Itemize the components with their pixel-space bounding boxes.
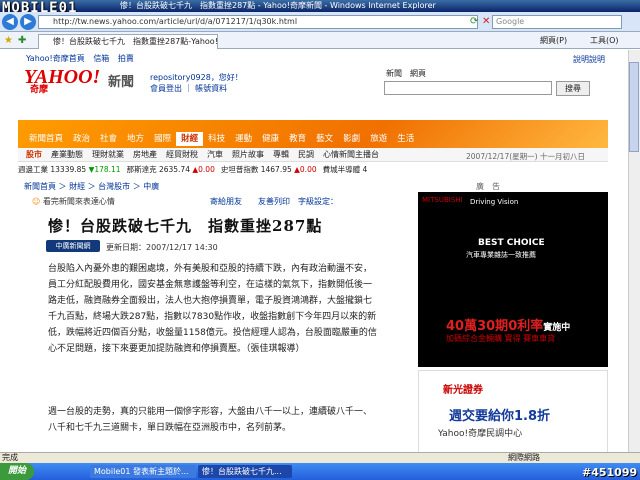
- link-auction[interactable]: 拍賣: [118, 54, 134, 63]
- nav-tab[interactable]: 政治: [68, 132, 95, 146]
- tools-menu[interactable]: 工具(O): [590, 35, 619, 46]
- nav-tab[interactable]: 生活: [392, 132, 419, 146]
- article-headline: 惨！台股跌破七千九 指數重挫287點: [48, 217, 323, 235]
- start-button[interactable]: 開始: [0, 463, 34, 480]
- subnav-item[interactable]: 產業動態: [51, 148, 83, 161]
- nav-tab[interactable]: 地方: [122, 132, 149, 146]
- zone-text: 網際網路: [508, 453, 540, 462]
- date-line: 2007/12/17(星期一) 十一月初八日: [466, 152, 585, 161]
- ticker-item[interactable]: 史坦普指數 1467.95 ▲0.00: [221, 165, 317, 174]
- nav-tab[interactable]: 旅遊: [365, 132, 392, 146]
- yahoo-logo-sub: 奇摩: [30, 85, 49, 95]
- user-greeting: repository0928，您好！: [150, 73, 243, 82]
- news-search-input[interactable]: [384, 81, 552, 95]
- favorites-icon[interactable]: ★: [4, 35, 13, 46]
- address-bar: ◀ ▶ http://tw.news.yahoo.com/article/url…: [0, 12, 640, 32]
- top-links: Yahoo!奇摩首頁 信箱 拍賣: [26, 53, 140, 64]
- subnav-item[interactable]: 股市: [26, 148, 42, 161]
- ad-label: 廣 告: [476, 182, 500, 191]
- help-link[interactable]: 說明說明: [573, 54, 605, 65]
- subnav-item[interactable]: 汽車: [207, 148, 223, 161]
- search-button[interactable]: 搜尋: [556, 81, 590, 96]
- refresh-icon[interactable]: ⟳: [470, 16, 478, 27]
- article-tools[interactable]: 寄給朋友 友善列印 字級設定：: [210, 196, 338, 207]
- page-viewport: Yahoo!奇摩首頁 信箱 拍賣 說明說明 YAHOO! 奇摩 新聞 repos…: [0, 50, 628, 452]
- ad-award: 汽車專業雜誌一致推薦: [466, 251, 536, 259]
- forward-icon[interactable]: ▶: [20, 14, 36, 30]
- mood-text[interactable]: 看完新聞來表達心情: [43, 197, 115, 206]
- scroll-thumb[interactable]: [629, 62, 639, 152]
- breadcrumb[interactable]: 新聞首頁 ＞ 財經 ＞ 台灣股市 ＞ 中廣: [24, 181, 159, 192]
- add-favorite-icon[interactable]: ✚: [18, 35, 26, 46]
- market-ticker: 週邊工業 13339.85 ▼178.11 那斯達克 2635.74 ▲0.00 史…: [18, 164, 410, 176]
- page-menu[interactable]: 網頁(P): [540, 35, 567, 46]
- nav-tab[interactable]: 財經: [176, 132, 204, 146]
- status-bar: [0, 452, 640, 463]
- link-mail[interactable]: 信箱: [93, 54, 109, 63]
- article-paragraph: 週一台股的走勢，真的只能用一個慘字形容，大盤由八千一以上，連續破八千一、八千和七…: [48, 407, 373, 433]
- subnav-item[interactable]: 民調: [298, 148, 314, 161]
- ad-shin-logo: 新光證券: [443, 385, 483, 396]
- taskbar-item[interactable]: Mobile01 發表新主題於...: [90, 465, 196, 478]
- search-tabs[interactable]: 新聞 網頁: [386, 68, 426, 79]
- nav-tab[interactable]: 藝文: [311, 132, 338, 146]
- subnav-item[interactable]: 心情新聞主播台: [323, 148, 379, 161]
- subnav-item[interactable]: 理財就業: [92, 148, 124, 161]
- url-input[interactable]: http://tw.news.yahoo.com/article/url/d/a…: [38, 15, 478, 29]
- nav-tab[interactable]: 運動: [230, 132, 257, 146]
- ad-brand: MITSUBISHI: [422, 196, 463, 204]
- nav-tab[interactable]: 新聞首頁: [24, 132, 68, 146]
- tab-current[interactable]: 惨！台股跌破七千九 指數重挫287點-Yahoo!奇...: [38, 34, 218, 49]
- subnav-item[interactable]: 房地產: [133, 148, 157, 161]
- status-text: 完成: [2, 453, 18, 462]
- ad-tag: Driving Vision: [470, 198, 519, 206]
- ad-fine: 加碼綜合金輛購 實得 賽車車貸: [446, 334, 556, 343]
- tabs-bar: ★ ✚ 惨！台股跌破七千九 指數重挫287點-Yahoo!奇... 網頁(P) …: [0, 32, 640, 49]
- poll-center[interactable]: Yahoo!奇摩民調中心: [418, 426, 608, 452]
- nav-tab[interactable]: 教育: [284, 132, 311, 146]
- mood-share[interactable]: ☺ 看完新聞來表達心情: [32, 196, 115, 207]
- window-title: 惨！台股跌破七千九 指數重挫287點 - Yahoo!奇摩新聞 - Window…: [0, 0, 640, 12]
- taskbar-item[interactable]: 惨！台股跌破七千九...: [198, 465, 292, 478]
- nav-tab[interactable]: 科技: [203, 132, 230, 146]
- nav-tabs: 新聞首頁 政治 社會 地方 國際 財經 科技 運動 健康 教育 藝文 影劇 旅遊 生活: [24, 132, 419, 146]
- ad-shin-text: 週交要給你1.8折: [449, 409, 551, 424]
- poll-title[interactable]: Yahoo!奇摩民調中心: [438, 426, 522, 439]
- nav-tab[interactable]: 國際: [149, 132, 176, 146]
- subnav-item[interactable]: 專輯: [273, 148, 289, 161]
- link-home[interactable]: Yahoo!奇摩首頁: [26, 54, 85, 63]
- ad-mitsubishi[interactable]: MITSUBISHI Driving Vision BEST CHOICE 汽車…: [418, 192, 608, 367]
- subnav-item[interactable]: 照片故事: [232, 148, 264, 161]
- ticker-item[interactable]: 那斯達克 2635.74 ▲0.00: [127, 165, 215, 174]
- back-icon[interactable]: ◀: [2, 14, 18, 30]
- nav-tab[interactable]: 社會: [95, 132, 122, 146]
- user-links[interactable]: 會員登出 ｜ 帳號資料: [150, 83, 227, 94]
- nav-tab[interactable]: 健康: [257, 132, 284, 146]
- ticker-item[interactable]: 費城半導體 4: [323, 165, 368, 174]
- ad-promo: 40萬30期0利率實施中: [446, 319, 571, 334]
- update-time: 更新日期：2007/12/17 14:30: [106, 243, 218, 252]
- search-input[interactable]: Google: [492, 15, 622, 29]
- ad-best: BEST CHOICE: [478, 238, 545, 248]
- section-title: 新聞: [108, 75, 135, 90]
- nav-tab[interactable]: 影劇: [338, 132, 365, 146]
- stop-icon[interactable]: ✕: [482, 16, 490, 27]
- article-paragraph: 台股陷入內憂外患的艱困處境，外有美股和亞股的持續下跌，內有政治動盪不安，員工分紅…: [48, 264, 377, 354]
- watermark-id: #451099: [582, 466, 638, 479]
- subnav-item[interactable]: 經貿財稅: [166, 148, 198, 161]
- source-logo: 中廣新聞網: [46, 240, 100, 252]
- mood-icon: ☺: [32, 197, 41, 206]
- ticker-item[interactable]: 週邊工業 13339.85 ▼178.11: [18, 165, 121, 174]
